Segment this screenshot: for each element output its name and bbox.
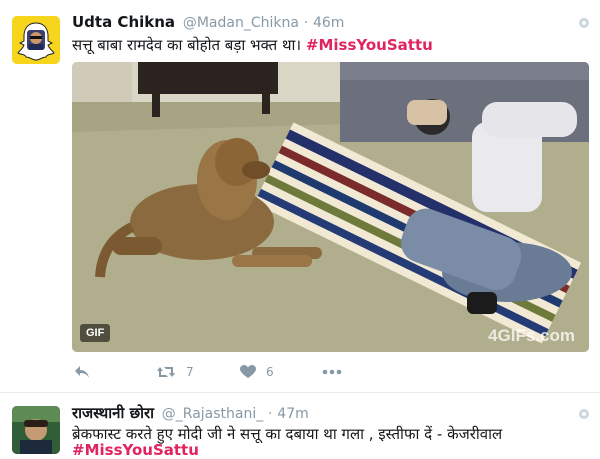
separator: · [303,15,309,31]
snapchat-avatar-image [12,16,60,64]
more-dots-icon [322,369,342,375]
avatar[interactable] [12,406,60,454]
retweet-button[interactable]: 7 [156,360,194,384]
watermark: 4GIFs.com [488,326,575,345]
username[interactable]: @_Rajasthani_ [162,406,263,422]
reply-button[interactable] [74,360,90,384]
gear-icon[interactable] [578,408,590,420]
avatar[interactable] [12,16,60,64]
avatar-image [12,406,60,454]
display-name[interactable]: राजस्थानी छोरा [72,404,154,422]
timestamp[interactable]: 47m [277,406,308,422]
tweet-body: सत्तू बाबा रामदेव का बोहोत बड़ा भक्त था। [72,36,302,54]
tweet-header: राजस्थानी छोरा @_Rajasthani_ · 47m [72,403,309,423]
hashtag-link[interactable]: #MissYouSattu [306,36,433,54]
tweet-actions: 7 6 [72,360,372,384]
retweet-count: 7 [186,365,194,379]
username[interactable]: @Madan_Chikna [183,15,299,31]
like-count: 6 [266,365,274,379]
tweet-hashtag-line: #MissYouSattu [72,441,199,459]
separator: · [268,406,273,422]
gif-badge: GIF [80,324,111,342]
tweet: राजस्थानी छोरा @_Rajasthani_ · 47m ब्रेक… [0,393,600,459]
reply-icon [75,366,89,378]
tweet-header: Udta Chikna @Madan_Chikna · 46m [72,13,344,31]
heart-icon [240,365,256,378]
gif-media[interactable]: GIF 4GIFs.com [72,62,589,352]
gear-icon[interactable] [578,17,590,29]
display-name[interactable]: Udta Chikna [72,13,175,31]
tweet: Udta Chikna @Madan_Chikna · 46m सत्तू बा… [0,0,600,393]
timestamp[interactable]: 46m [313,15,344,31]
retweet-icon [157,367,175,377]
gif-image [72,62,589,352]
like-button[interactable]: 6 [240,360,274,384]
more-button[interactable] [322,360,342,384]
hashtag-link[interactable]: #MissYouSattu [72,441,199,459]
tweet-text: सत्तू बाबा रामदेव का बोहोत बड़ा भक्त था।… [72,35,433,55]
